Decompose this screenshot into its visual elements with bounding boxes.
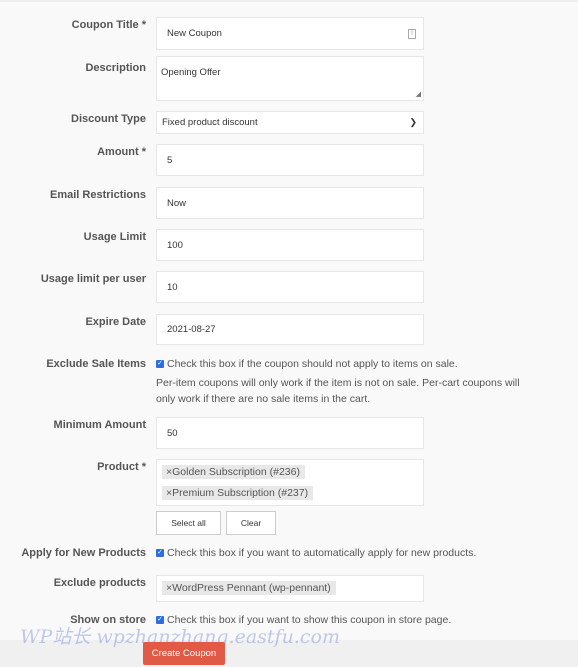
help-line: only work if there are no sale items in … bbox=[156, 393, 371, 405]
discount-type-select[interactable]: Fixed product discount ❯ bbox=[156, 111, 424, 134]
amount-label: Amount * bbox=[97, 146, 146, 158]
amount-value: 5 bbox=[167, 154, 173, 166]
discount-type-label: Discount Type bbox=[71, 113, 146, 125]
email-restrictions-value: Now bbox=[167, 197, 187, 209]
email-restrictions-label: Email Restrictions bbox=[50, 189, 146, 201]
description-textarea[interactable]: Opening Offer ◢ bbox=[156, 56, 424, 101]
product-label: Product * bbox=[97, 461, 146, 473]
checkbox-checked-icon[interactable]: ✓ bbox=[156, 360, 164, 368]
description-value: Opening Offer bbox=[161, 67, 221, 78]
usage-limit-per-user-value: 10 bbox=[167, 281, 178, 293]
exclude-sale-items-checkbox[interactable]: ✓ Check this box if the coupon should no… bbox=[156, 358, 458, 370]
apply-new-products-checkbox[interactable]: ✓ Check this box if you want to automati… bbox=[156, 547, 476, 559]
minimum-amount-value: 50 bbox=[167, 427, 178, 439]
exclude-products-label: Exclude products bbox=[53, 577, 146, 589]
discount-type-value: Fixed product discount bbox=[162, 117, 258, 128]
coupon-title-value: New Coupon bbox=[167, 28, 222, 39]
usage-limit-per-user-label: Usage limit per user bbox=[40, 273, 146, 285]
product-tag: ×Golden Subscription (#236) bbox=[162, 465, 305, 479]
top-divider bbox=[0, 0, 578, 2]
tag-label: Golden Subscription (#236) bbox=[172, 466, 300, 478]
exclude-sale-items-text: Check this box if the coupon should not … bbox=[167, 358, 458, 370]
tag-label: Premium Subscription (#237) bbox=[172, 487, 309, 499]
exclude-sale-items-help: Per-item coupons will only work if the i… bbox=[156, 375, 566, 407]
exclude-product-tag: ×WordPress Pennant (wp-pennant) bbox=[162, 581, 336, 595]
usage-limit-value: 100 bbox=[167, 239, 183, 251]
expire-date-value: 2021-08-27 bbox=[167, 324, 216, 335]
expire-date-input[interactable]: 2021-08-27 bbox=[156, 314, 424, 345]
resize-handle-icon[interactable]: ◢ bbox=[416, 90, 421, 98]
create-coupon-button[interactable]: Create Coupon bbox=[143, 642, 225, 665]
coupon-title-input[interactable]: New Coupon ! bbox=[156, 17, 424, 50]
usage-limit-label: Usage Limit bbox=[83, 231, 146, 243]
coupon-title-label: Coupon Title * bbox=[71, 19, 146, 31]
help-line: Per-item coupons will only work if the i… bbox=[156, 377, 520, 389]
apply-new-products-label: Apply for New Products bbox=[21, 547, 146, 559]
usage-limit-per-user-input[interactable]: 10 bbox=[156, 271, 424, 303]
minimum-amount-label: Minimum Amount bbox=[53, 419, 146, 431]
select-all-button[interactable]: Select all bbox=[156, 511, 221, 535]
checkbox-checked-icon[interactable]: ✓ bbox=[156, 549, 164, 557]
email-restrictions-input[interactable]: Now bbox=[156, 187, 424, 219]
amount-input[interactable]: 5 bbox=[156, 144, 424, 176]
clear-button[interactable]: Clear bbox=[226, 511, 276, 535]
autofill-icon[interactable]: ! bbox=[408, 28, 416, 39]
tag-label: WordPress Pennant (wp-pennant) bbox=[172, 582, 331, 594]
expire-date-label: Expire Date bbox=[85, 316, 146, 328]
usage-limit-input[interactable]: 100 bbox=[156, 229, 424, 261]
chevron-down-icon: ❯ bbox=[409, 117, 417, 127]
exclude-sale-items-label: Exclude Sale Items bbox=[46, 358, 146, 370]
description-label: Description bbox=[85, 62, 146, 74]
apply-new-products-text: Check this box if you want to automatica… bbox=[167, 547, 477, 559]
product-tag: ×Premium Subscription (#237) bbox=[162, 486, 314, 500]
minimum-amount-input[interactable]: 50 bbox=[156, 417, 424, 449]
